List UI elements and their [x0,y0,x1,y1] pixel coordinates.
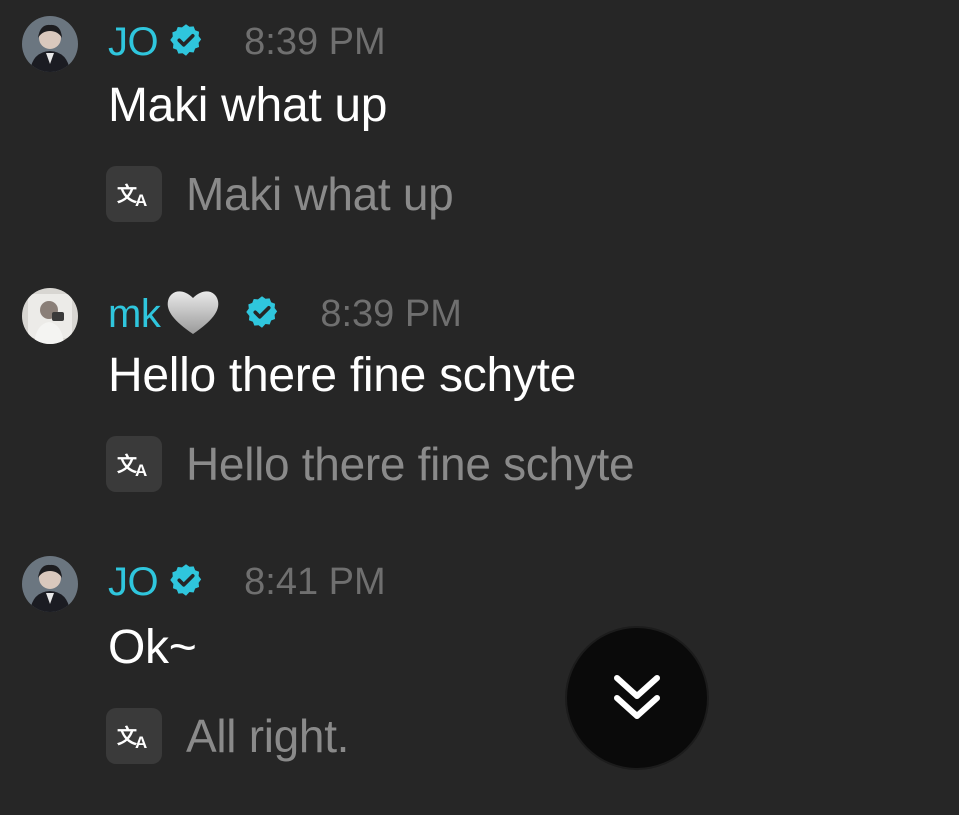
translation-text: Maki what up [186,168,454,220]
message-header: JO 8:39 PM [108,18,386,66]
verified-badge-icon [168,22,204,63]
avatar-dark-suit-icon [22,556,78,612]
timestamp: 8:41 PM [244,560,386,603]
translation-text: All right. [186,710,350,762]
message-header: JO 8:41 PM [108,558,386,606]
translate-icon[interactable]: 文 A [106,166,162,222]
avatar[interactable] [22,288,78,344]
message-text: Maki what up [108,79,388,132]
username[interactable]: JO [108,560,159,605]
username[interactable]: mk [108,292,161,337]
message-text: Ok~ [108,621,197,674]
translate-icon[interactable]: 文 A [106,708,162,764]
avatar[interactable] [22,16,78,72]
verified-badge-icon [244,294,280,335]
translation-text: Hello there fine schyte [186,438,635,490]
translation-row: 文 A Hello there fine schyte [106,436,635,492]
svg-text:A: A [135,461,147,479]
translation-row: 文 A Maki what up [106,166,454,222]
translation-row: 文 A All right. [106,708,349,764]
svg-text:A: A [135,191,147,209]
timestamp: 8:39 PM [320,292,462,335]
avatar-light-photo-icon [22,288,78,344]
message-text: Hello there fine schyte [108,349,577,402]
svg-text:A: A [135,733,147,751]
avatar[interactable] [22,556,78,612]
grey-heart-icon [164,287,222,342]
scroll-to-bottom-button[interactable] [567,628,707,768]
timestamp: 8:39 PM [244,20,386,63]
message-header: mk 8:39 PM [108,290,462,338]
verified-badge-icon [168,562,204,603]
username[interactable]: JO [108,20,159,65]
avatar-dark-suit-icon [22,16,78,72]
double-chevron-down-icon [614,675,660,719]
translate-icon[interactable]: 文 A [106,436,162,492]
